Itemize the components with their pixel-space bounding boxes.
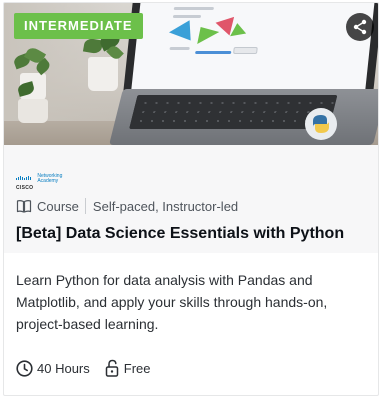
- book-icon: [16, 200, 32, 213]
- provider-name: CISCO: [16, 185, 34, 191]
- course-title[interactable]: [Beta] Data Science Essentials with Pyth…: [16, 225, 344, 243]
- meta-divider: [84, 198, 86, 214]
- share-icon: [353, 19, 367, 35]
- course-header: CISCO Networking Academy Course Self-pac…: [4, 145, 378, 253]
- course-card-body: CISCO Networking Academy Course Self-pac…: [4, 145, 378, 395]
- course-hero-image: INTERMEDIATE: [4, 3, 378, 145]
- clock-icon: [16, 359, 33, 377]
- course-description: Learn Python for data analysis with Pand…: [16, 272, 328, 332]
- provider-logo: CISCO Networking Academy: [16, 167, 62, 191]
- course-card[interactable]: INTERMEDIATE CISCO Networking Academy Co…: [3, 2, 379, 396]
- duration-info: 40 Hours: [16, 359, 90, 377]
- duration-label: 40 Hours: [37, 360, 90, 376]
- course-type-label: Course: [37, 198, 79, 214]
- cisco-bridge-icon: [16, 176, 31, 180]
- provider-subtitle-line2: Academy: [37, 178, 59, 184]
- python-logo-sticker: [305, 108, 337, 140]
- unlock-icon: [105, 359, 118, 377]
- cisco-logo-mark: CISCO: [16, 167, 33, 191]
- course-meta: Course Self-paced, Instructor-led: [16, 197, 238, 215]
- laptop-keyboard: [109, 89, 378, 145]
- share-button[interactable]: [346, 13, 374, 41]
- delivery-mode: Self-paced, Instructor-led: [92, 198, 239, 214]
- plant-pot: [88, 57, 118, 91]
- plant-pot: [18, 99, 48, 123]
- price-label: Free: [123, 360, 151, 376]
- course-footer: 40 Hours Free: [16, 359, 164, 377]
- level-badge: INTERMEDIATE: [14, 13, 143, 39]
- laptop-screen: [130, 3, 376, 93]
- price-info: Free: [104, 359, 151, 377]
